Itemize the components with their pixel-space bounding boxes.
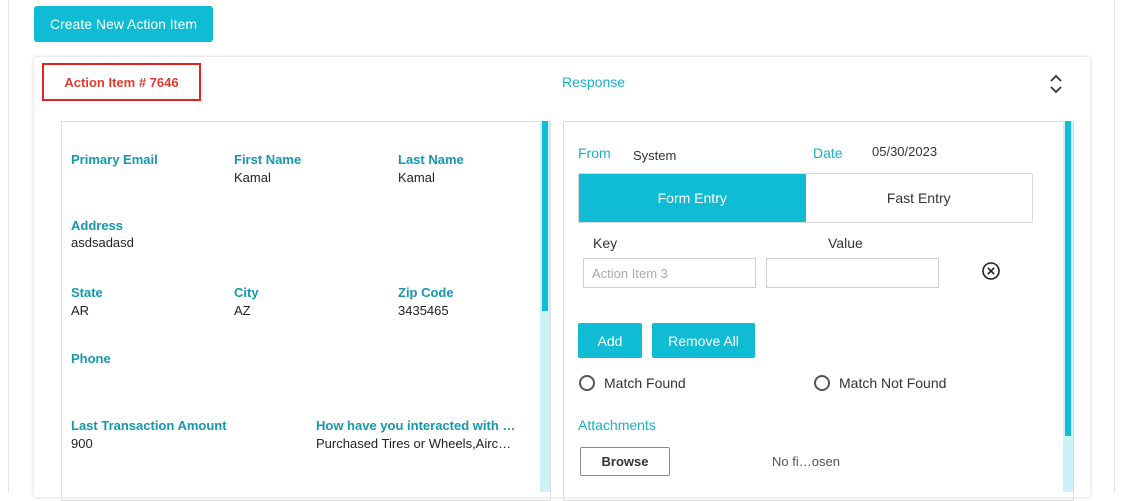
value-input[interactable] (766, 258, 939, 288)
action-item-title: Action Item # 7646 (64, 74, 179, 90)
zip-code-label: Zip Code (398, 285, 454, 300)
interaction-label: How have you interacted with … (316, 418, 516, 433)
customer-info-scrollbar[interactable] (540, 121, 550, 492)
city-value: AZ (234, 303, 251, 318)
address-value: asdsadasd (71, 235, 134, 250)
last-name-value: Kamal (398, 170, 435, 185)
match-found-radio[interactable]: Match Found (579, 375, 686, 391)
value-column-header: Value (828, 235, 863, 251)
action-item-title-highlight: Action Item # 7646 (42, 63, 201, 101)
key-column-header: Key (593, 235, 618, 251)
last-transaction-value: 900 (71, 436, 93, 451)
address-label: Address (71, 218, 124, 233)
primary-email-label: Primary Email (71, 152, 158, 167)
response-scrollbar[interactable] (1063, 121, 1073, 492)
response-scroll-thumb[interactable] (1065, 121, 1071, 436)
remove-all-button[interactable]: Remove All (652, 323, 755, 358)
state-label: State (71, 285, 103, 300)
add-button[interactable]: Add (578, 323, 642, 358)
tab-fast-entry[interactable]: Fast Entry (805, 174, 1032, 222)
close-circle-icon[interactable] (981, 261, 1001, 281)
date-label: Date (813, 145, 843, 161)
sort-toggle-icon[interactable] (1048, 72, 1064, 96)
file-chosen-status: No fi…osen (772, 454, 840, 469)
match-not-found-label: Match Not Found (839, 375, 947, 391)
from-value: System (633, 148, 677, 163)
zip-code-value: 3435465 (398, 303, 449, 318)
response-title: Response (562, 74, 626, 90)
browse-button[interactable]: Browse (580, 447, 670, 476)
radio-button-icon[interactable] (579, 375, 595, 391)
customer-info-scroll-thumb[interactable] (542, 121, 548, 311)
key-input[interactable] (583, 258, 756, 288)
last-transaction-label: Last Transaction Amount (71, 418, 227, 433)
date-value: 05/30/2023 (872, 144, 938, 159)
from-label: From (578, 145, 611, 161)
city-label: City (234, 285, 259, 300)
phone-label: Phone (71, 351, 111, 366)
attachments-label: Attachments (578, 417, 656, 433)
tab-form-entry[interactable]: Form Entry (579, 174, 806, 222)
first-name-label: First Name (234, 152, 302, 167)
match-found-label: Match Found (604, 375, 686, 391)
match-not-found-radio[interactable]: Match Not Found (814, 375, 946, 391)
interaction-value: Purchased Tires or Wheels,Airc… (316, 436, 512, 451)
entry-mode-tabs: Form Entry Fast Entry (578, 173, 1033, 223)
first-name-value: Kamal (234, 170, 271, 185)
state-value: AR (71, 303, 90, 318)
radio-button-icon[interactable] (814, 375, 830, 391)
create-action-item-button[interactable]: Create New Action Item (34, 6, 213, 42)
last-name-label: Last Name (398, 152, 464, 167)
